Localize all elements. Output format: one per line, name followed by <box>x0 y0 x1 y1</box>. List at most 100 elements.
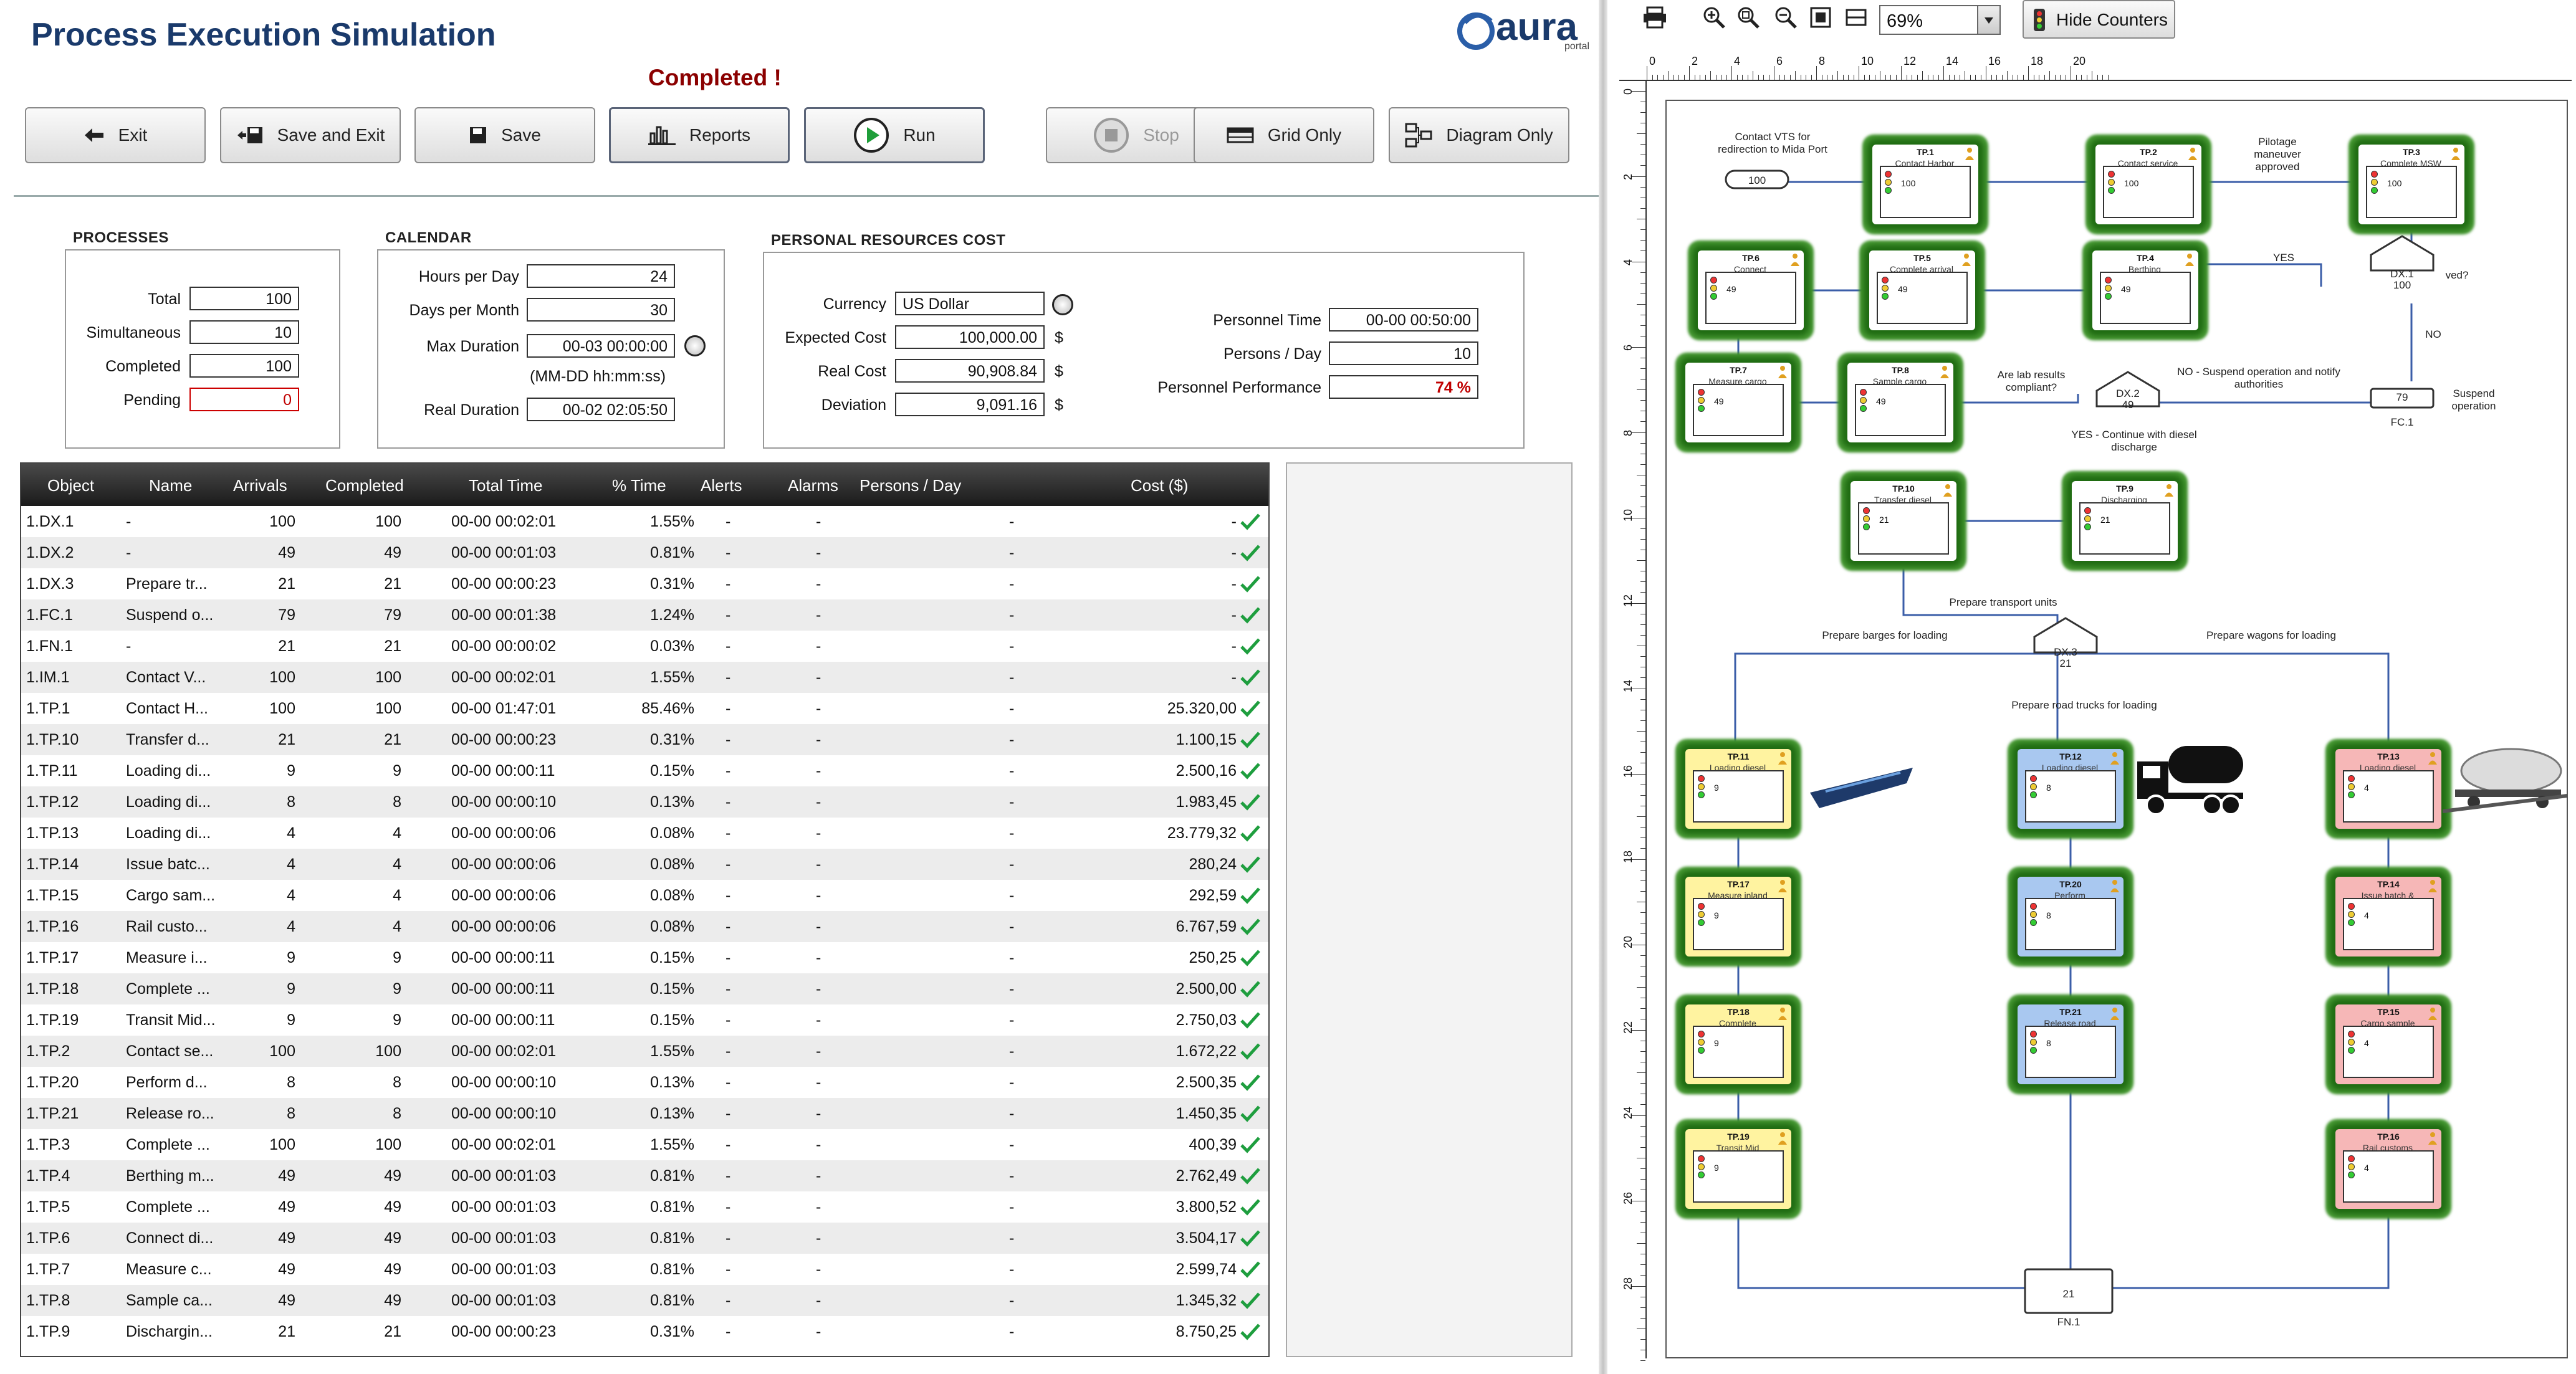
completed-field[interactable]: 100 <box>189 354 299 378</box>
decision-node[interactable] <box>2370 235 2435 272</box>
table-row[interactable]: 1.DX.3 Prepare tr... 21 21 00-00 00:00:23 0.3… <box>21 568 1268 599</box>
table-row[interactable]: 1.TP.10 Transfer d... 21 21 00-00 00:00:23 0.… <box>21 724 1268 755</box>
ruler-tick <box>1640 699 1645 700</box>
hide-counters-button[interactable]: Hide Counters <box>2023 0 2175 39</box>
table-row[interactable]: 1.IM.1 Contact V... 100 100 00-00 00:02:01 1.… <box>21 662 1268 693</box>
real-duration-field[interactable]: 00-02 02:05:50 <box>527 398 675 421</box>
table-row[interactable]: 1.TP.7 Measure c... 49 49 00-00 00:01:03 0.81… <box>21 1254 1268 1285</box>
real-cost-field[interactable]: 90,908.84 <box>895 359 1045 383</box>
deviation-field[interactable]: 9,091.16 <box>895 393 1045 416</box>
zoom-in-icon[interactable] <box>1702 5 1726 30</box>
reports-button[interactable]: Reports <box>609 107 790 163</box>
col-completed[interactable]: Completed <box>325 476 404 495</box>
hours-field[interactable]: 24 <box>527 264 675 288</box>
table-row[interactable]: 1.FN.1 - 21 21 00-00 00:00:02 0.03% - - - - <box>21 631 1268 662</box>
task-node[interactable]: TP.14 Issue batch & 4 <box>2335 877 2441 957</box>
zoom-select[interactable]: 69% <box>1879 5 1979 35</box>
zoom-area-icon[interactable] <box>1736 5 1761 30</box>
task-node[interactable]: TP.1 Contact Harbor 100 <box>1872 145 1978 224</box>
table-row[interactable]: 1.DX.1 - 100 100 00-00 00:02:01 1.55% - - - - <box>21 506 1268 537</box>
table-row[interactable]: 1.TP.18 Complete ... 9 9 00-00 00:00:11 0.15%… <box>21 973 1268 1004</box>
task-node[interactable]: TP.21 Release road 8 <box>2018 1004 2124 1084</box>
table-row[interactable]: 1.TP.20 Perform d... 8 8 00-00 00:00:10 0.13%… <box>21 1067 1268 1098</box>
deviation-unit: $ <box>1055 396 1063 414</box>
col-alerts[interactable]: Alerts <box>701 476 742 495</box>
col-name[interactable]: Name <box>149 476 192 495</box>
save-button[interactable]: Save <box>414 107 595 163</box>
zoom-out-icon[interactable] <box>1773 5 1798 30</box>
currency-toggle[interactable] <box>1052 294 1073 315</box>
table-row[interactable]: 1.TP.2 Contact se... 100 100 00-00 00:02:01 1… <box>21 1036 1268 1067</box>
pending-field[interactable]: 0 <box>189 388 299 411</box>
col-cost[interactable]: Cost ($) <box>1131 476 1188 495</box>
grid-only-button[interactable]: Grid Only <box>1194 107 1374 163</box>
task-node[interactable]: TP.15 Cargo sample 4 <box>2335 1004 2441 1084</box>
col-object[interactable]: Object <box>47 476 94 495</box>
col-alarms[interactable]: Alarms <box>788 476 838 495</box>
task-node[interactable]: TP.17 Measure inland 9 <box>1685 877 1791 957</box>
process-diagram-canvas[interactable]: TP.1 Contact Harbor 100 TP.2 Contact service… <box>1665 100 2568 1358</box>
task-node[interactable]: TP.16 Rail customs 4 <box>2335 1129 2441 1209</box>
col-pct-time[interactable]: % Time <box>612 476 666 495</box>
task-node[interactable]: TP.11 Loading diesel 9 <box>1685 749 1791 829</box>
task-node[interactable]: TP.12 Loading diesel 8 <box>2018 749 2124 829</box>
zoom-dropdown-button[interactable] <box>1977 5 2001 35</box>
table-row[interactable]: 1.TP.14 Issue batc... 4 4 00-00 00:00:06 0.08… <box>21 849 1268 880</box>
table-row[interactable]: 1.TP.16 Rail custo... 4 4 00-00 00:00:06 0.08… <box>21 911 1268 942</box>
col-arrivals[interactable]: Arrivals <box>233 476 287 495</box>
table-row[interactable]: 1.TP.13 Loading di... 4 4 00-00 00:00:06 0.08… <box>21 818 1268 849</box>
task-node[interactable]: TP.8 Sample cargo 49 <box>1847 363 1953 442</box>
table-row[interactable]: 1.TP.21 Release ro... 8 8 00-00 00:00:10 0.13… <box>21 1098 1268 1129</box>
task-node[interactable]: TP.19 Transit Mid 9 <box>1685 1129 1791 1209</box>
table-row[interactable]: 1.DX.2 - 49 49 00-00 00:01:03 0.81% - - - - <box>21 537 1268 568</box>
table-row[interactable]: 1.TP.17 Measure i... 9 9 00-00 00:00:11 0.15%… <box>21 942 1268 973</box>
task-node[interactable]: TP.18 Complete 9 <box>1685 1004 1791 1084</box>
diagram-only-button[interactable]: Diagram Only <box>1389 107 1569 163</box>
table-row[interactable]: 1.TP.4 Berthing m... 49 49 00-00 00:01:03 0.8… <box>21 1160 1268 1191</box>
cell-cost: - <box>1231 606 1237 624</box>
task-node[interactable]: TP.2 Contact service 100 <box>2095 145 2201 224</box>
task-node[interactable]: TP.3 Complete MSW 100 <box>2358 145 2464 224</box>
fit-page-icon[interactable] <box>1809 6 1832 29</box>
table-row[interactable]: 1.TP.12 Loading di... 8 8 00-00 00:00:10 0.13… <box>21 786 1268 818</box>
table-row[interactable]: 1.TP.8 Sample ca... 49 49 00-00 00:01:03 0.81… <box>21 1285 1268 1316</box>
table-row[interactable]: 1.TP.15 Cargo sam... 4 4 00-00 00:00:06 0.08%… <box>21 880 1268 911</box>
task-node[interactable]: TP.10 Transfer diesel 21 <box>1851 481 1956 561</box>
task-node[interactable]: TP.20 Perform 8 <box>2018 877 2124 957</box>
task-node[interactable]: TP.5 Complete arrival 49 <box>1869 250 1975 330</box>
duration-toggle[interactable] <box>684 335 706 356</box>
table-row[interactable]: 1.TP.11 Loading di... 9 9 00-00 00:00:11 0.15… <box>21 755 1268 786</box>
fit-width-icon[interactable] <box>1845 6 1867 29</box>
table-row[interactable]: 1.TP.6 Connect di... 49 49 00-00 00:01:03 0.8… <box>21 1223 1268 1254</box>
table-row[interactable]: 1.TP.3 Complete ... 100 100 00-00 00:02:01 1.… <box>21 1129 1268 1160</box>
cell-arrivals: 100 <box>269 1136 295 1153</box>
run-button[interactable]: Run <box>804 107 985 163</box>
task-node[interactable]: TP.7 Measure cargo 49 <box>1685 363 1791 442</box>
table-row[interactable]: 1.TP.5 Complete ... 49 49 00-00 00:01:03 0.81… <box>21 1191 1268 1223</box>
task-node[interactable]: TP.9 Discharging 21 <box>2072 481 2178 561</box>
personnel-performance-field[interactable]: 74 % <box>1329 375 1478 399</box>
save-and-exit-button[interactable]: Save and Exit <box>220 107 401 163</box>
task-node[interactable]: TP.13 Loading diesel 4 <box>2335 749 2441 829</box>
pane-splitter[interactable] <box>1599 0 1607 1374</box>
task-node[interactable]: TP.6 Connect 49 <box>1698 250 1804 330</box>
task-node[interactable]: TP.4 Berthing 49 <box>2092 250 2198 330</box>
currency-select[interactable]: US Dollar <box>895 292 1045 315</box>
expected-cost-field[interactable]: 100,000.00 <box>895 325 1045 349</box>
simultaneous-field[interactable]: 10 <box>189 320 299 344</box>
ruler-label: 8 <box>1622 429 1634 436</box>
print-icon[interactable] <box>1642 6 1667 29</box>
table-row[interactable]: 1.TP.9 Dischargin... 21 21 00-00 00:00:23 0.3… <box>21 1316 1268 1347</box>
days-field[interactable]: 30 <box>527 298 675 322</box>
persons-day-field[interactable]: 10 <box>1329 341 1478 365</box>
cell-alerts: - <box>725 1074 731 1091</box>
table-row[interactable]: 1.FC.1 Suspend o... 79 79 00-00 00:01:38 1.24… <box>21 599 1268 631</box>
col-persons-day[interactable]: Persons / Day <box>859 476 961 495</box>
col-total-time[interactable]: Total Time <box>469 476 543 495</box>
total-field[interactable]: 100 <box>189 287 299 310</box>
table-row[interactable]: 1.TP.19 Transit Mid... 9 9 00-00 00:00:11 0.1… <box>21 1004 1268 1036</box>
personnel-time-field[interactable]: 00-00 00:50:00 <box>1329 308 1478 332</box>
table-row[interactable]: 1.TP.1 Contact H... 100 100 00-00 01:47:01 85… <box>21 693 1268 724</box>
exit-button[interactable]: Exit <box>25 107 206 163</box>
max-duration-field[interactable]: 00-03 00:00:00 <box>527 334 675 358</box>
